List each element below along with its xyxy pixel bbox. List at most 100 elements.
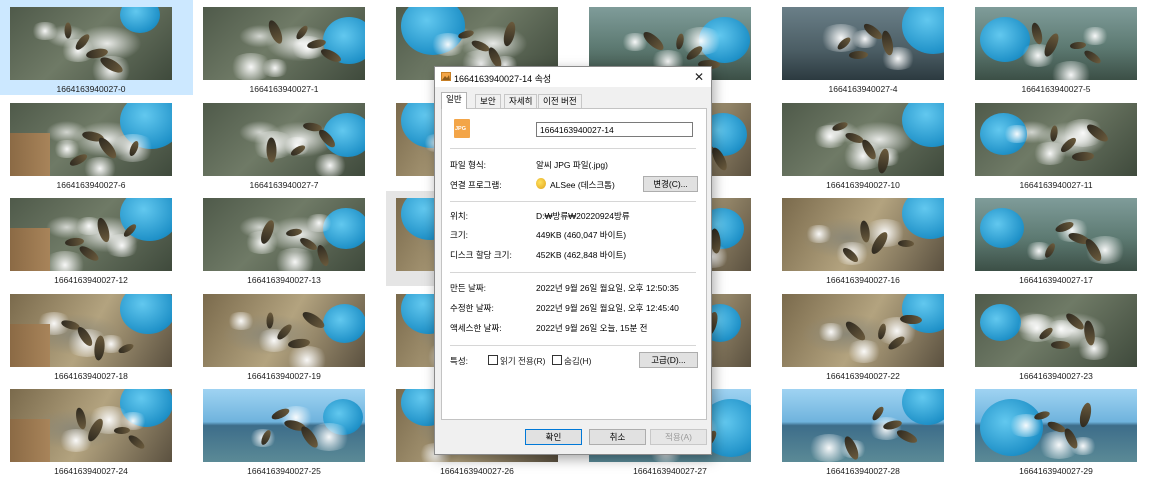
file-name-label: 1664163940027-16	[826, 275, 900, 285]
file-name-label: 1664163940027-6	[56, 180, 126, 190]
file-name-label: 1664163940027-13	[247, 275, 321, 285]
file-name-label: 1664163940027-11	[1019, 180, 1093, 190]
apply-button[interactable]: 적용(A)	[650, 429, 707, 445]
file-thumbnail-item[interactable]: 1664163940027-5	[965, 0, 1150, 95]
thumbnail-image	[975, 198, 1137, 271]
splash-shape	[81, 157, 119, 176]
fish-shape	[843, 318, 868, 344]
fish-shape	[897, 239, 915, 248]
hidden-checkbox[interactable]: 숨김(H)	[552, 355, 591, 366]
checkbox-icon[interactable]	[552, 355, 562, 365]
file-thumbnail-item[interactable]: 1664163940027-23	[965, 287, 1150, 382]
thumbnail-image	[782, 198, 944, 271]
file-type-value: 알씨 JPG 파일(.jpg)	[536, 160, 608, 170]
file-thumbnail-item[interactable]: 1664163940027-1	[193, 0, 386, 95]
thumbnail-image	[782, 294, 944, 367]
location-value: D:₩방류₩20220924방류	[536, 211, 630, 221]
thumbnail-image	[975, 7, 1137, 80]
splash-shape	[1014, 314, 1060, 342]
fish-shape	[266, 18, 285, 46]
tab-details[interactable]: 자세히	[504, 94, 538, 108]
checkbox-icon[interactable]	[488, 355, 498, 365]
file-thumbnail-item[interactable]: 1664163940027-16	[772, 191, 965, 286]
fish-shape	[1082, 48, 1103, 66]
file-name-label: 1664163940027-26	[440, 466, 514, 476]
close-icon[interactable]: ✕	[691, 69, 707, 85]
readonly-label: 읽기 전용(R)	[500, 356, 546, 366]
file-thumbnail-item[interactable]: 1664163940027-25	[193, 382, 386, 477]
splash-shape	[845, 340, 883, 363]
file-thumbnail-item[interactable]: 1664163940027-28	[772, 382, 965, 477]
thumbnail-image	[203, 198, 365, 271]
file-thumbnail-item[interactable]: 1664163940027-11	[965, 96, 1150, 191]
file-name-label: 1664163940027-0	[56, 84, 126, 94]
tab-security[interactable]: 보안	[475, 94, 501, 108]
location-label: 위치:	[450, 211, 469, 221]
file-thumbnail-item[interactable]: 1664163940027-19	[193, 287, 386, 382]
file-name-label: 1664163940027-10	[826, 180, 900, 190]
bucket-shape	[980, 208, 1024, 248]
file-thumbnail-item[interactable]: 1664163940027-7	[193, 96, 386, 191]
dialog-title: 1664163940027-14 속성	[454, 74, 552, 84]
file-name-label: 1664163940027-23	[1019, 371, 1093, 381]
file-thumbnail-item[interactable]: 1664163940027-6	[0, 96, 193, 191]
readonly-checkbox[interactable]: 읽기 전용(R)	[488, 355, 545, 366]
thumbnail-image	[782, 7, 944, 80]
divider	[450, 148, 696, 149]
file-thumbnail-item[interactable]: 1664163940027-18	[0, 287, 193, 382]
alsee-app-icon	[536, 178, 546, 189]
splash-shape	[1048, 61, 1094, 80]
tab-general[interactable]: 일반	[441, 92, 467, 109]
image-file-icon	[441, 72, 451, 81]
file-name-label: 1664163940027-12	[54, 275, 128, 285]
splash-shape	[816, 323, 846, 341]
file-thumbnail-item[interactable]: 1664163940027-10	[772, 96, 965, 191]
tab-previous-versions[interactable]: 이전 버전	[538, 94, 582, 108]
splash-shape	[804, 225, 834, 243]
bucket-shape	[120, 294, 172, 335]
thumbnail-image	[975, 389, 1137, 462]
dialog-titlebar[interactable]: 1664163940027-14 속성 ✕	[435, 67, 711, 87]
filename-input[interactable]: 1664163940027-14	[536, 122, 693, 137]
created-label: 만든 날짜:	[450, 283, 487, 293]
file-thumbnail-item[interactable]: 1664163940027-29	[965, 382, 1150, 477]
ok-button[interactable]: 확인	[525, 429, 582, 445]
modified-value: 2022년 9월 26일 월요일, 오후 12:45:40	[536, 303, 679, 313]
file-name-label: 1664163940027-29	[1019, 466, 1093, 476]
fish-shape	[1069, 41, 1087, 50]
attributes-label: 특성:	[450, 356, 469, 366]
splash-shape	[272, 248, 318, 271]
file-thumbnail-item[interactable]: 1664163940027-22	[772, 287, 965, 382]
thumbnail-image	[203, 389, 365, 462]
file-name-label: 1664163940027-25	[247, 466, 321, 476]
jpg-file-icon: JPG	[454, 119, 470, 138]
properties-dialog: 1664163940027-14 속성 ✕ 일반 보안 자세히 이전 버전 JP…	[434, 66, 712, 455]
fish-shape	[64, 22, 72, 39]
bucket-shape	[902, 7, 944, 54]
file-thumbnail-item[interactable]: 1664163940027-24	[0, 382, 193, 477]
dock-shape	[10, 228, 50, 271]
thumbnail-image	[782, 103, 944, 176]
change-button[interactable]: 변경(C)...	[643, 176, 698, 192]
thumbnail-image	[782, 389, 944, 462]
file-thumbnail-item[interactable]: 1664163940027-4	[772, 0, 965, 95]
thumbnail-image	[10, 7, 172, 80]
fish-shape	[74, 406, 88, 431]
fish-shape	[266, 312, 274, 329]
open-with-label: 연결 프로그램:	[450, 180, 502, 190]
fish-shape	[126, 432, 147, 452]
file-thumbnail-item[interactable]: 1664163940027-12	[0, 191, 193, 286]
file-thumbnail-item[interactable]: 1664163940027-0	[0, 0, 193, 95]
file-thumbnail-item[interactable]: 1664163940027-13	[193, 191, 386, 286]
file-name-label: 1664163940027-27	[633, 466, 707, 476]
file-thumbnail-item[interactable]: 1664163940027-17	[965, 191, 1150, 286]
general-panel: JPG 1664163940027-14 파일 형식: 알씨 JPG 파일(.j…	[441, 108, 707, 420]
fish-shape	[848, 50, 869, 60]
cancel-button[interactable]: 취소	[589, 429, 646, 445]
advanced-button[interactable]: 고급(D)...	[639, 352, 698, 368]
hidden-label: 숨김(H)	[564, 356, 592, 366]
file-name-label: 1664163940027-18	[54, 371, 128, 381]
splash-shape	[284, 346, 330, 367]
size-on-disk-value: 452KB (462,848 바이트)	[536, 250, 627, 260]
file-name-label: 1664163940027-28	[826, 466, 900, 476]
